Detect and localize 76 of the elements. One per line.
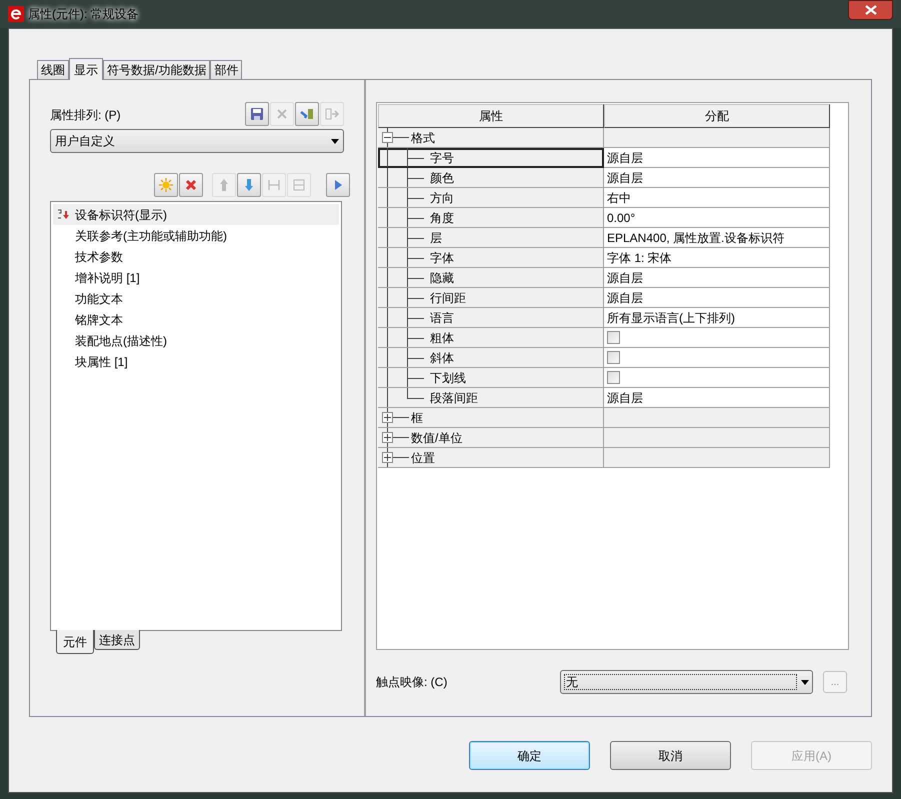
tree-label: 框 (411, 410, 423, 426)
property-cell[interactable]: 角度 (378, 208, 604, 228)
import-button[interactable] (295, 102, 319, 126)
list-item[interactable]: 功能文本 (75, 290, 123, 308)
dropdown-value: 无 (564, 674, 797, 690)
save-button[interactable] (245, 102, 269, 126)
contact-mapping-dropdown[interactable]: 无 (560, 670, 813, 694)
value-cell[interactable]: 源自层 (607, 148, 643, 166)
property-cell[interactable]: 斜体 (378, 348, 604, 368)
tab[interactable]: 线圈 (37, 60, 69, 79)
sparkle-icon (158, 177, 174, 193)
expand-icon[interactable] (382, 432, 393, 443)
property-cell[interactable]: 字号 (378, 148, 604, 168)
delete-button[interactable] (179, 173, 203, 197)
bracket-icon (266, 177, 282, 193)
sort-dropdown[interactable]: 用户自定义 (50, 129, 344, 153)
list-item[interactable]: 增补说明 [1] (75, 268, 140, 286)
window-title: 属性(元件): 常规设备 (28, 6, 139, 23)
checkbox[interactable] (607, 351, 620, 364)
value-cell[interactable]: 源自层 (607, 268, 643, 286)
list-item[interactable]: 铭牌文本 (75, 310, 123, 328)
close-icon (864, 5, 876, 15)
down-button[interactable] (237, 173, 261, 197)
more-button[interactable] (326, 173, 350, 197)
sort-label: 属性排列: (P) (50, 107, 121, 124)
column-header[interactable]: 属性 (378, 104, 604, 128)
property-cell[interactable]: 字体 (378, 248, 604, 268)
dropdown-value: 用户自定义 (55, 133, 116, 150)
value-cell[interactable]: 源自层 (607, 388, 643, 406)
tab[interactable]: 显示 (69, 58, 103, 80)
arrow-into-box-icon (299, 106, 315, 122)
app-logo-icon (8, 6, 24, 22)
property-cell[interactable]: 粗体 (378, 328, 604, 348)
dropdown-arrow-icon (801, 680, 809, 684)
dropdown-arrow-icon (331, 138, 339, 144)
tree-label: 格式 (411, 130, 435, 146)
new-button[interactable] (154, 173, 178, 197)
property-cell[interactable]: 颜色 (378, 168, 604, 188)
dialog-button[interactable]: 确定 (469, 741, 590, 770)
contact-mapping-label: 触点映像: (C) (376, 674, 448, 691)
property-cell[interactable]: 下划线 (378, 368, 604, 388)
list-item[interactable]: 装配地点(描述性) (75, 332, 167, 350)
tab[interactable]: 部件 (210, 60, 242, 79)
split-rectangle-icon (291, 177, 307, 193)
list-item[interactable]: 技术参数 (75, 248, 123, 266)
value-cell[interactable]: 所有显示语言(上下排列) (607, 308, 735, 326)
value-cell[interactable]: EPLAN400, 属性放置.设备标识符 (607, 228, 784, 246)
value-cell[interactable]: 0.00° (607, 208, 636, 226)
tree-label: 数值/单位 (411, 430, 462, 446)
value-cell[interactable]: 源自层 (607, 288, 643, 306)
expand-icon[interactable] (382, 412, 393, 423)
expand-icon[interactable] (382, 452, 393, 463)
sort-arrows-icon (57, 208, 71, 220)
list-item[interactable]: 关联参考(主功能或辅助功能) (75, 226, 227, 244)
tab[interactable]: 连接点 (94, 630, 140, 650)
checkbox[interactable] (607, 331, 620, 344)
value-cell[interactable]: 源自层 (607, 168, 643, 186)
collapse-icon[interactable] (382, 132, 393, 143)
property-cell[interactable]: 层 (378, 228, 604, 248)
checkbox[interactable] (607, 371, 620, 384)
list-item[interactable]: 块属性 [1] (75, 352, 128, 370)
cross-icon (183, 177, 199, 193)
tree-label: 位置 (411, 450, 435, 466)
arrow-out-box-icon (324, 106, 340, 122)
tab[interactable]: 元件 (56, 630, 94, 654)
property-cell[interactable]: 方向 (378, 188, 604, 208)
property-cell[interactable]: 语言 (378, 308, 604, 328)
close-button[interactable] (848, 0, 893, 20)
tab[interactable]: 符号数据/功能数据 (103, 60, 210, 79)
property-cell[interactable]: 隐藏 (378, 268, 604, 288)
property-cell[interactable]: 行间距 (378, 288, 604, 308)
dialog-button[interactable]: 取消 (610, 741, 731, 770)
value-cell[interactable]: 字体 1: 宋体 (607, 248, 672, 266)
property-cell[interactable]: 段落间距 (378, 388, 604, 408)
column-header[interactable]: 分配 (604, 104, 830, 128)
value-cell[interactable]: 右中 (607, 188, 631, 206)
